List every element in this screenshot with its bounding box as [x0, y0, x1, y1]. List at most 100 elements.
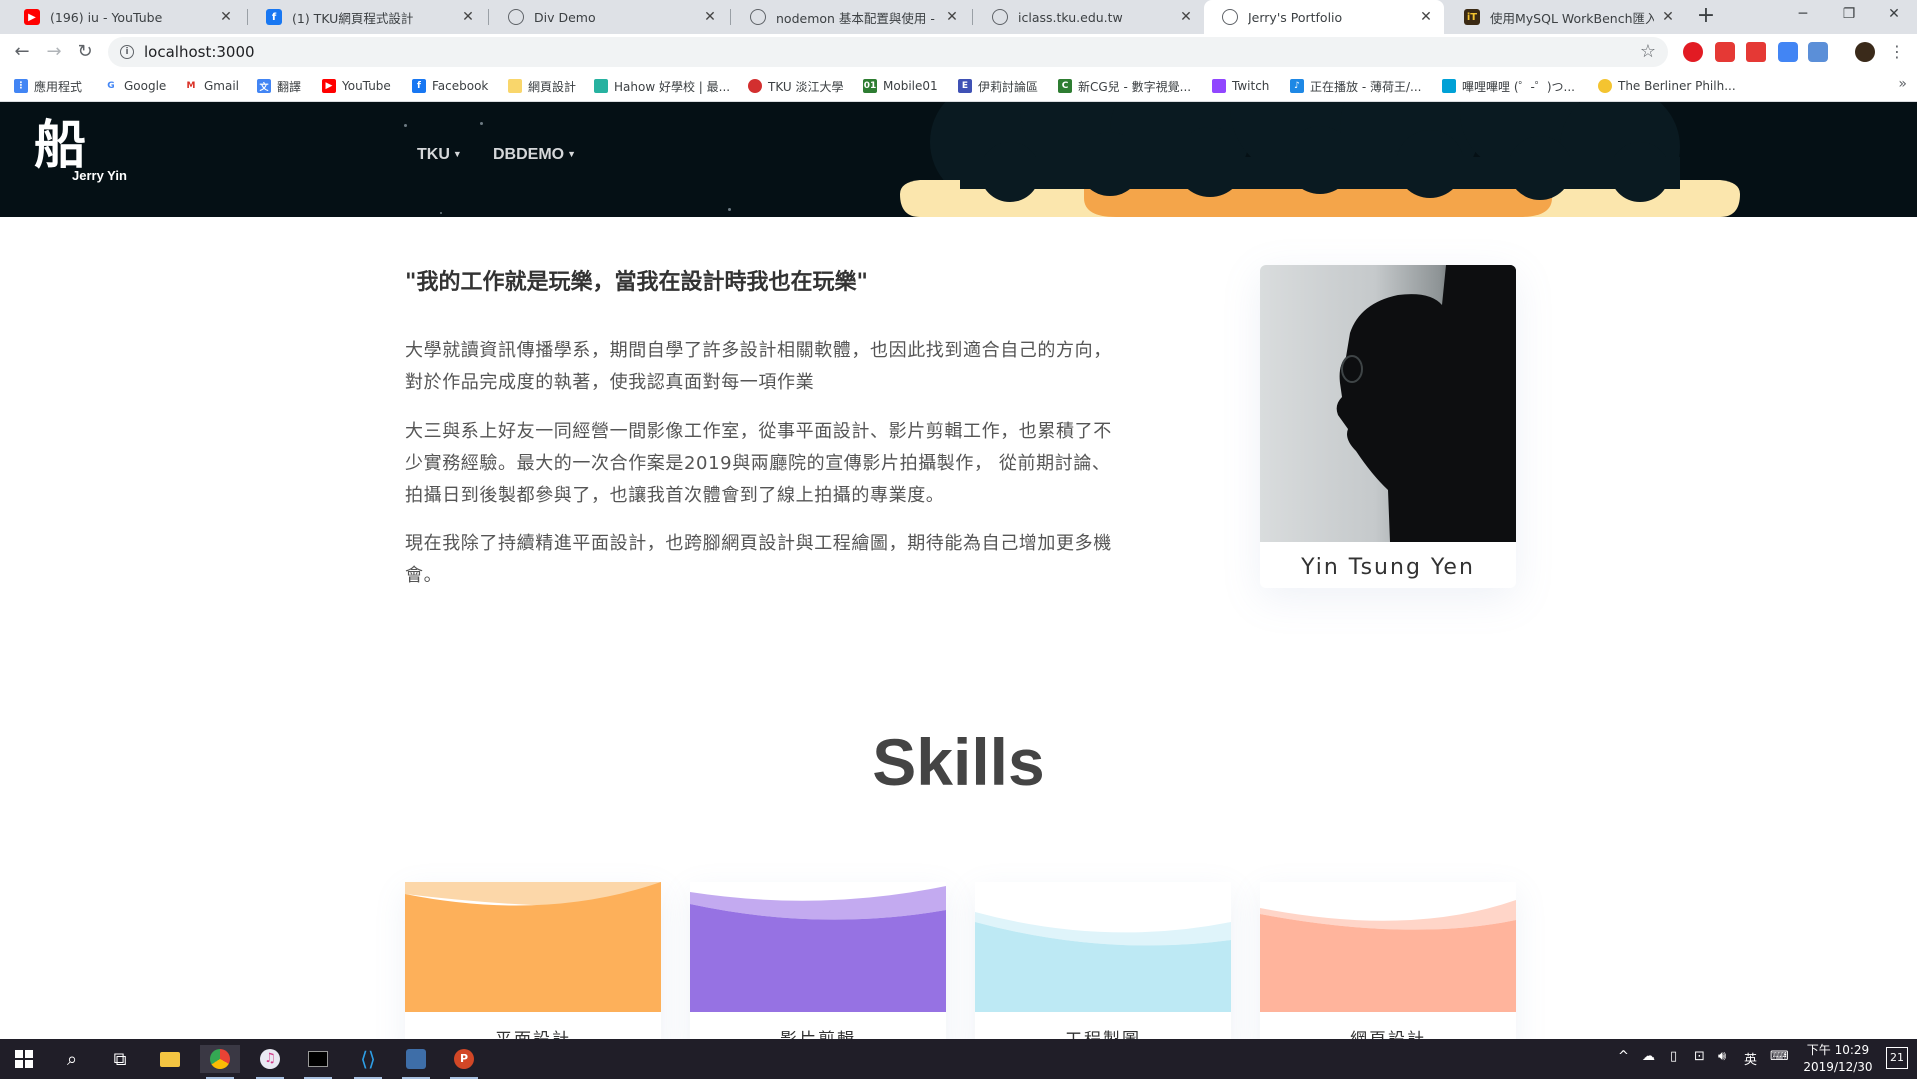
- apps-grid-icon: ⋮: [14, 79, 28, 93]
- opera-extension-icon[interactable]: [1683, 42, 1703, 62]
- bookmark-label: 應用程式: [34, 79, 83, 94]
- skills-title: Skills: [872, 725, 1045, 799]
- about-paragraph: 現在我除了持續精進平面設計，也跨腳網頁設計與工程繪圖，期待能為自己增加更多機會。: [405, 533, 1112, 586]
- video-extension-icon[interactable]: [1715, 42, 1735, 62]
- youtube-icon: ▶: [24, 9, 40, 25]
- address-bar[interactable]: i localhost:3000 ☆: [108, 37, 1668, 67]
- bookmark-label: 伊莉討論區: [978, 79, 1039, 94]
- nav-dbdemo[interactable]: DBDEMO ▼: [493, 146, 576, 164]
- skill-card-engineering-drawing[interactable]: 工程製圖: [975, 882, 1231, 1039]
- bookmark-cgjoy[interactable]: C 新CG兒 - 數字視覺...: [1058, 77, 1191, 95]
- tku-icon: [748, 79, 762, 93]
- close-icon[interactable]: ✕: [460, 9, 476, 25]
- ime-indicator[interactable]: 英: [1744, 1049, 1757, 1068]
- itunes-icon[interactable]: ♫: [250, 1045, 290, 1079]
- mysql-workbench-icon[interactable]: [396, 1045, 436, 1079]
- tab-nodemon[interactable]: nodemon 基本配置與使用 - 臺... ✕: [732, 0, 970, 34]
- back-button[interactable]: ←: [10, 40, 34, 64]
- tab-title: Jerry's Portfolio: [1248, 9, 1343, 25]
- close-window-button[interactable]: ✕: [1871, 0, 1917, 30]
- bookmark-translate[interactable]: 文 翻譯: [257, 77, 301, 95]
- tab-iclass[interactable]: iclass.tku.edu.tw ✕: [974, 0, 1204, 34]
- volume-icon[interactable]: 🔊︎: [1718, 1049, 1726, 1064]
- skill-label: 網頁設計: [1260, 1025, 1516, 1039]
- file-explorer-icon[interactable]: [150, 1045, 190, 1073]
- tab-youtube[interactable]: ▶ (196) iu - YouTube ✕: [6, 0, 244, 34]
- reload-button[interactable]: ↻: [73, 40, 97, 64]
- globe-icon: [508, 9, 524, 25]
- site-header: 船 Jerry Yin TKU ▼ DBDEMO ▼: [0, 102, 1917, 217]
- bookmark-tku[interactable]: TKU 淡江大學: [748, 77, 843, 95]
- close-icon[interactable]: ✕: [702, 9, 718, 25]
- close-icon[interactable]: ✕: [1178, 9, 1194, 25]
- vscode-icon[interactable]: ⟨⟩: [348, 1045, 388, 1079]
- restore-button[interactable]: ❐: [1826, 0, 1872, 30]
- bookmark-label: YouTube: [342, 79, 391, 93]
- minimize-button[interactable]: ─: [1780, 0, 1826, 30]
- bookmark-bilibili[interactable]: 嗶哩嗶哩 (゜-゜)つ...: [1442, 77, 1575, 95]
- clock-time: 下午 10:29: [1806, 1043, 1870, 1057]
- close-icon[interactable]: ✕: [944, 9, 960, 25]
- skill-wave: [975, 882, 1231, 1012]
- battery-icon[interactable]: ▯: [1670, 1049, 1677, 1064]
- new-tab-button[interactable]: +: [1694, 5, 1718, 29]
- bookmark-now-playing[interactable]: ♪ 正在播放 - 薄荷王/...: [1290, 77, 1421, 95]
- keyboard-icon[interactable]: ⌨: [1770, 1049, 1789, 1064]
- profile-avatar[interactable]: [1855, 42, 1875, 62]
- bookmark-folder-web-design[interactable]: 網頁設計: [508, 77, 576, 95]
- chrome-icon[interactable]: [200, 1045, 240, 1079]
- bookmark-gmail[interactable]: M Gmail: [184, 77, 239, 95]
- onedrive-icon[interactable]: ☁: [1642, 1049, 1655, 1064]
- translate-extension-icon[interactable]: [1778, 42, 1798, 62]
- bookmark-google[interactable]: G Google: [104, 77, 166, 95]
- network-icon[interactable]: ⊡: [1694, 1049, 1705, 1064]
- powerpoint-icon[interactable]: P: [444, 1045, 484, 1079]
- bookmark-star-icon[interactable]: ☆: [1640, 41, 1656, 62]
- tab-jerrys-portfolio[interactable]: Jerry's Portfolio ✕: [1204, 0, 1444, 34]
- about-paragraph: 大三與系上好友一同經營一間影像工作室，從事平面設計、影片剪輯工作，也累積了不少實…: [405, 421, 1112, 506]
- bookmark-mobile01[interactable]: 01 Mobile01: [863, 77, 938, 95]
- search-icon[interactable]: ⌕: [52, 1045, 92, 1073]
- skill-card-video-editing[interactable]: 影片剪輯: [690, 882, 946, 1039]
- bookmark-twitch[interactable]: Twitch: [1212, 77, 1269, 95]
- site-logo[interactable]: 船 Jerry Yin: [34, 115, 127, 184]
- logo-name: Jerry Yin: [72, 168, 127, 183]
- skill-card-web-design[interactable]: 網頁設計: [1260, 882, 1516, 1039]
- task-view-icon[interactable]: ⧉: [100, 1045, 140, 1073]
- close-icon[interactable]: ✕: [1660, 9, 1676, 25]
- forward-button[interactable]: →: [42, 40, 66, 64]
- tab-mysql-workbench[interactable]: iT 使用MySQL WorkBench匯入資... ✕: [1446, 0, 1686, 34]
- notification-center-icon[interactable]: 21: [1886, 1047, 1908, 1069]
- about-paragraph: 大學就讀資訊傳播學系，期間自學了許多設計相關軟體，也因此找到適合自己的方向，對於…: [405, 340, 1112, 393]
- show-hidden-icons-icon[interactable]: ^: [1618, 1049, 1629, 1064]
- skill-wave: [1260, 882, 1516, 1012]
- skill-wave: [690, 882, 946, 1012]
- bookmark-apps[interactable]: ⋮ 應用程式: [14, 77, 82, 95]
- bookmark-hahow[interactable]: Hahow 好學校 | 最...: [594, 77, 730, 95]
- bookmark-facebook[interactable]: f Facebook: [412, 77, 488, 95]
- tab-div-demo[interactable]: Div Demo ✕: [490, 0, 728, 34]
- pocket-extension-icon[interactable]: [1746, 42, 1766, 62]
- bookmark-berliner[interactable]: The Berliner Philh...: [1598, 77, 1736, 95]
- bilibili-icon: [1442, 79, 1456, 93]
- info-icon[interactable]: i: [120, 45, 134, 59]
- bookmark-label: 正在播放 - 薄荷王/...: [1310, 79, 1422, 94]
- star-dot: [480, 122, 483, 125]
- tab-facebook[interactable]: f (1) TKU網頁程式設計 ✕: [248, 0, 486, 34]
- star-dot: [728, 208, 731, 211]
- windows-start-icon[interactable]: [4, 1045, 44, 1073]
- profile-card: Yin Tsung Yen: [1260, 265, 1516, 588]
- nav-tku[interactable]: TKU ▼: [417, 146, 462, 164]
- more-bookmarks-icon[interactable]: »: [1898, 76, 1907, 92]
- close-icon[interactable]: ✕: [1418, 9, 1434, 25]
- skill-card-graphic-design[interactable]: 平面設計: [405, 882, 661, 1039]
- taskbar-clock[interactable]: 下午 10:29 2019/12/30: [1793, 1042, 1883, 1076]
- terminal-icon[interactable]: [298, 1045, 338, 1079]
- bookmark-eyny[interactable]: E 伊莉討論區: [958, 77, 1038, 95]
- calendar-extension-icon[interactable]: [1808, 42, 1828, 62]
- tab-separator: [488, 9, 489, 25]
- bookmark-youtube[interactable]: ▶ YouTube: [322, 77, 391, 95]
- logo-mark: 船: [34, 115, 86, 176]
- menu-icon[interactable]: ⋮: [1885, 40, 1909, 64]
- close-icon[interactable]: ✕: [218, 9, 234, 25]
